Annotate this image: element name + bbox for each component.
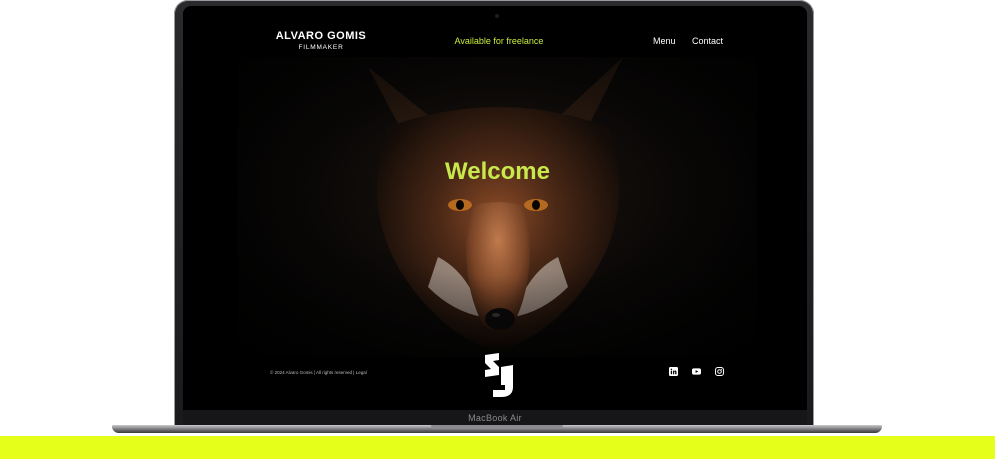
hero-section: Welcome <box>238 57 757 357</box>
site-footer: © 2024 Alvaro Gomis | All rights reserve… <box>238 353 757 410</box>
youtube-icon[interactable] <box>692 367 701 376</box>
brand-name: ALVARO GOMIS <box>275 30 367 42</box>
hero-headline: Welcome <box>445 158 550 185</box>
availability-status: Available for freelance <box>454 36 544 46</box>
website-screen: ALVARO GOMIS FILMMAKER Available for fre… <box>238 26 757 410</box>
laptop-opening-notch <box>431 425 563 429</box>
device-label: MacBook Air <box>468 413 522 423</box>
contact-link[interactable]: Contact <box>692 36 723 46</box>
webcam-icon <box>495 14 499 18</box>
laptop-mockup: ALVARO GOMIS FILMMAKER Available for fre… <box>0 0 995 459</box>
ag-monogram-logo-icon[interactable] <box>479 351 519 399</box>
menu-link[interactable]: Menu <box>653 36 676 46</box>
yellow-floor-band <box>0 436 995 459</box>
site-header: ALVARO GOMIS FILMMAKER Available for fre… <box>238 26 757 58</box>
copyright-text: © 2024 Alvaro Gomis | All rights reserve… <box>270 370 367 375</box>
brand-logo[interactable]: ALVARO GOMIS FILMMAKER <box>266 30 376 52</box>
fox-photo <box>238 57 757 357</box>
brand-role: FILMMAKER <box>298 44 344 51</box>
instagram-icon[interactable] <box>715 367 724 376</box>
linkedin-icon[interactable] <box>669 367 678 376</box>
